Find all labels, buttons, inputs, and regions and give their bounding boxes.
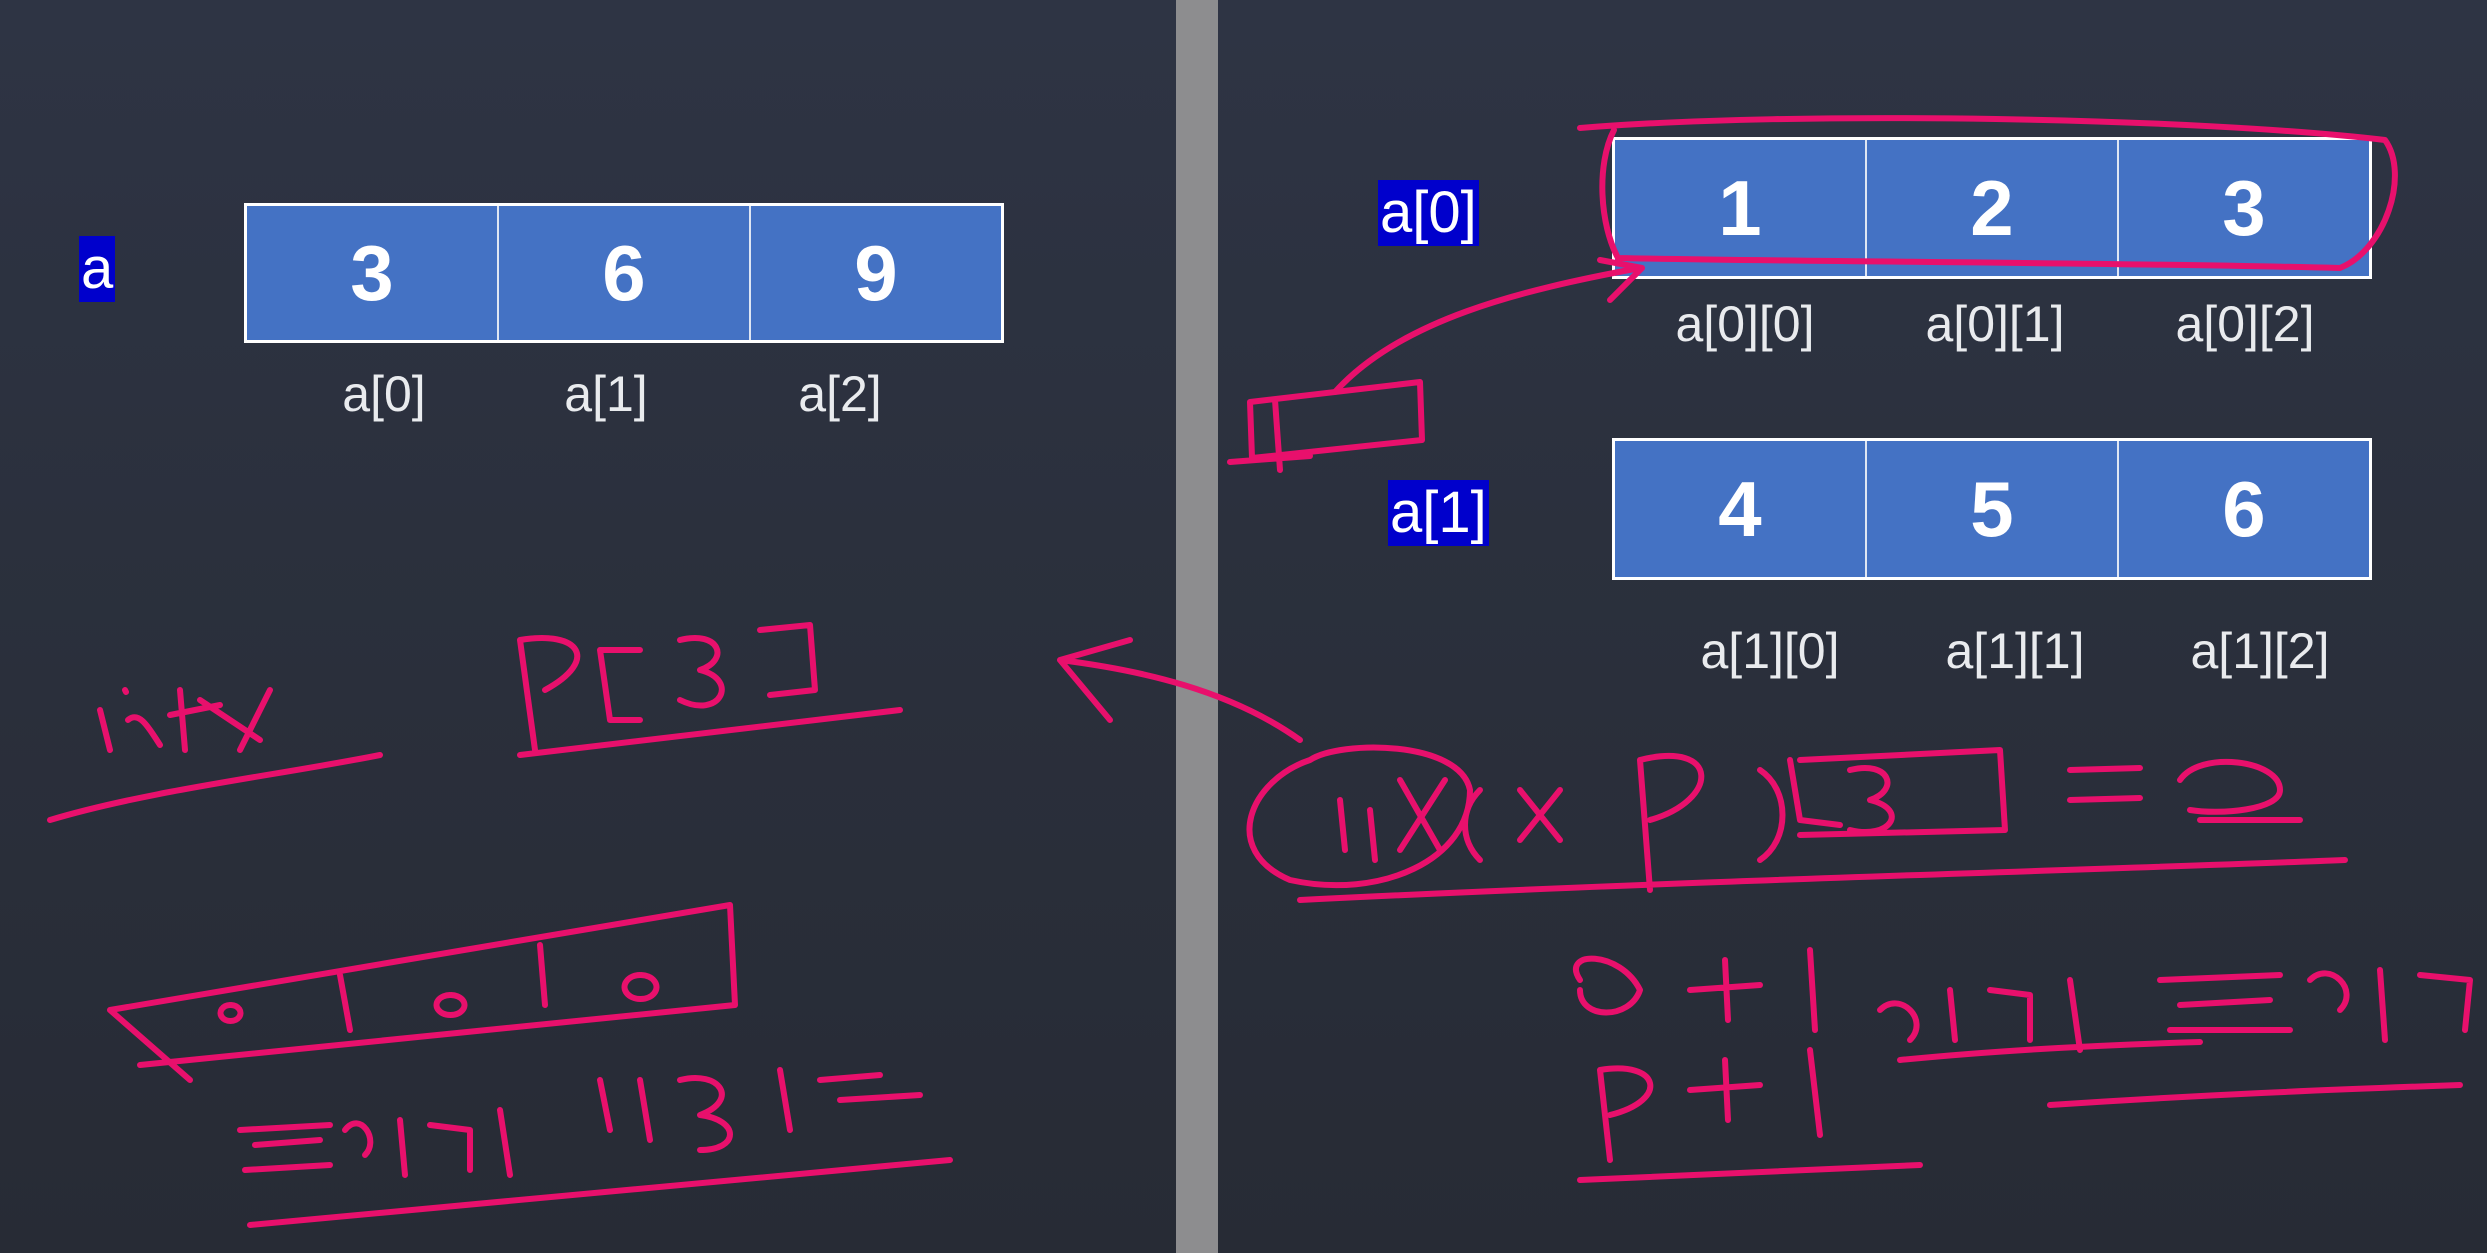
ink-arrow-to-row [1332,257,1645,395]
ink-korean-pointer-array [237,1067,953,1228]
ink-p3 [517,622,903,758]
ink-int-star [47,687,383,823]
ink-arrow-to-left [1057,637,1303,743]
handwritten-annotations [47,115,2473,1228]
ink-row-circle [1577,115,2398,271]
ink-a-plus-1 [1573,947,2473,1183]
ink-small-box [1227,379,1425,473]
ink-declaration [1246,744,2348,903]
ink-pointer-array [107,902,738,1083]
